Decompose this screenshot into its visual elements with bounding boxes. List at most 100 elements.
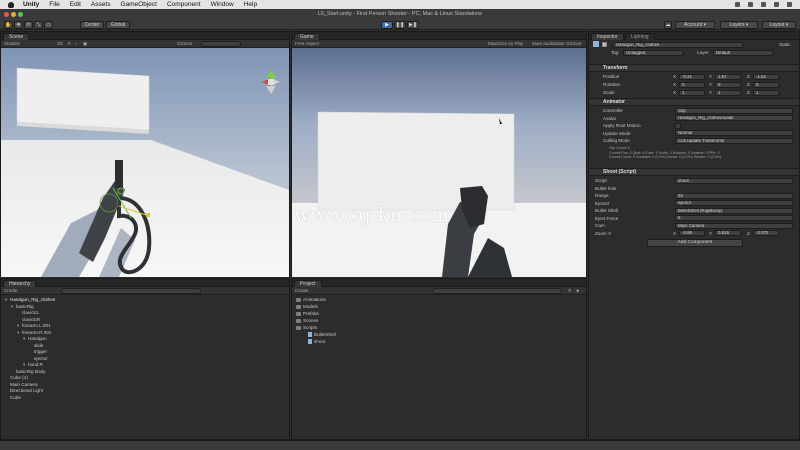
transform-header[interactable]: Transform	[589, 64, 799, 72]
hand-tool-button[interactable]: ✋	[4, 21, 13, 29]
project-item[interactable]: Scripts	[296, 325, 317, 331]
zoom-z-field[interactable]: -3.072	[753, 230, 779, 236]
filter-label-icon[interactable]: ◈	[576, 288, 579, 294]
transform-y-field[interactable]: 1.57	[715, 73, 741, 80]
pivot-toggle[interactable]: Center	[80, 21, 104, 29]
status-icon[interactable]	[735, 2, 740, 7]
scale-tool-button[interactable]: ⤡	[34, 21, 43, 29]
hierarchy-item[interactable]: slide	[29, 343, 43, 349]
game-gizmos-dropdown[interactable]: Gizmos	[566, 41, 581, 46]
scene-gizmos-dropdown[interactable]: Gizmos	[177, 41, 192, 46]
layers-dropdown[interactable]: Layers ▾	[720, 21, 758, 29]
project-item[interactable]: Prefabs	[296, 311, 319, 317]
shoot-row-field[interactable]: BulletShell (Rigidbody)	[675, 207, 793, 214]
menu-edit[interactable]: Edit	[70, 1, 81, 8]
hierarchy-item[interactable]: claviclcL	[17, 310, 39, 316]
animator-row-field[interactable]: Cull Update Transforms	[675, 137, 793, 144]
layout-dropdown[interactable]: Layout ▾	[762, 21, 796, 29]
hierarchy-item[interactable]: ▾ Handgun	[23, 336, 47, 342]
status-icon[interactable]	[761, 2, 766, 7]
tab-lighting[interactable]: Lighting	[625, 33, 655, 40]
project-item[interactable]: shoot	[308, 339, 325, 345]
animator-row-field[interactable]: Normal	[675, 130, 793, 136]
menu-component[interactable]: Component	[167, 1, 201, 8]
scene-viewport[interactable]	[1, 48, 289, 277]
shoot-row-field[interactable]: 5	[675, 215, 793, 221]
maximize-on-play-toggle[interactable]: Maximize on Play	[488, 41, 523, 46]
cloud-icon[interactable]: ☁	[664, 21, 672, 29]
menu-file[interactable]: File	[49, 1, 59, 8]
project-item[interactable]: Scenes	[296, 318, 318, 324]
menu-gameobject[interactable]: GameObject	[120, 1, 157, 8]
hierarchy-item[interactable]: trigger	[29, 349, 47, 355]
space-toggle[interactable]: Global	[106, 21, 130, 29]
project-item[interactable]: Models	[296, 304, 318, 310]
menu-window[interactable]: Window	[211, 1, 234, 8]
hierarchy-item[interactable]: ▾ forearm.L.001	[17, 323, 51, 329]
shoot-row-field[interactable]: 25	[675, 192, 793, 199]
stats-toggle[interactable]: Stats	[554, 41, 564, 46]
transform-z-field[interactable]: 1	[753, 89, 779, 96]
animator-row-field[interactable]: Clip	[675, 107, 793, 114]
shoot-script-header[interactable]: Shoot (Script)	[589, 168, 799, 176]
hierarchy-item[interactable]: Cube	[5, 395, 21, 401]
scene-search-input[interactable]	[201, 41, 241, 47]
hierarchy-item[interactable]: claviclcR	[17, 317, 40, 323]
animator-header[interactable]: Animator	[589, 98, 799, 106]
move-tool-button[interactable]: ✥	[14, 21, 23, 29]
project-create-dropdown[interactable]: Create	[295, 288, 309, 293]
tab-scene[interactable]: Scene	[3, 33, 30, 40]
hierarchy-item[interactable]: ▾ Handgun_Rig_clothes	[5, 297, 55, 303]
hierarchy-item[interactable]: ▾ forearm.R.001	[17, 330, 51, 336]
hierarchy-item[interactable]: Cube (1)	[5, 375, 28, 381]
lighting-toggle-icon[interactable]: ☀	[67, 41, 71, 47]
filter-type-icon[interactable]: ⚲	[568, 288, 571, 294]
apply-root-motion-checkbox[interactable]	[675, 122, 681, 129]
status-icon[interactable]	[774, 2, 779, 7]
hierarchy-search-input[interactable]	[61, 288, 201, 294]
hierarchy-create-dropdown[interactable]: Create	[4, 288, 18, 293]
hierarchy-item[interactable]: ejector	[29, 356, 48, 362]
project-search-input[interactable]	[432, 288, 562, 294]
menu-assets[interactable]: Assets	[91, 1, 111, 8]
step-button[interactable]: ▶❚	[407, 21, 419, 29]
menu-help[interactable]: Help	[244, 1, 257, 8]
transform-x-field[interactable]: 1	[679, 89, 705, 96]
game-viewport[interactable]	[292, 48, 586, 277]
play-button[interactable]: ▶	[381, 21, 393, 29]
zoom-y-field[interactable]: 0.516	[715, 230, 741, 236]
hierarchy-item[interactable]: basicRig Body	[11, 369, 45, 375]
status-icon[interactable]	[748, 2, 753, 7]
transform-z-field[interactable]: 0	[753, 81, 779, 88]
object-name-field[interactable]: Handgun_Rig_clothes	[613, 41, 743, 48]
layer-dropdown[interactable]: Default	[713, 49, 773, 56]
shading-mode-dropdown[interactable]: Shaded	[4, 41, 20, 46]
shoot-row-field[interactable]: Main Camera	[675, 222, 793, 229]
hierarchy-item[interactable]: ▾ basicRig	[11, 304, 34, 310]
2d-toggle[interactable]: 2D	[57, 41, 63, 46]
hierarchy-item[interactable]: Directional Light	[5, 388, 43, 394]
transform-y-field[interactable]: 1	[715, 89, 741, 96]
shoot-row-field[interactable]: ejector	[675, 200, 793, 206]
static-toggle[interactable]: Static	[779, 41, 791, 48]
transform-z-field[interactable]: -1.61	[753, 73, 779, 80]
tag-dropdown[interactable]: Untagged	[623, 49, 683, 56]
shoot-row-field[interactable]: shoot	[675, 177, 793, 184]
transform-x-field[interactable]: -0.21	[679, 73, 705, 80]
audio-toggle-icon[interactable]: ♪	[75, 41, 77, 46]
effects-toggle-icon[interactable]: ▣	[83, 41, 87, 47]
rect-tool-button[interactable]: ▭	[44, 21, 53, 29]
animator-row-field[interactable]: Handgun_Rig_clothesAvatar	[675, 115, 793, 121]
apple-icon[interactable]	[8, 1, 14, 8]
rotate-tool-button[interactable]: ⟳	[24, 21, 33, 29]
tab-hierarchy[interactable]: Hierarchy	[3, 280, 37, 287]
account-dropdown[interactable]: Account ▾	[675, 21, 715, 29]
aspect-dropdown[interactable]: Free Aspect	[295, 41, 319, 46]
mute-audio-toggle[interactable]: Mute audio	[532, 41, 554, 46]
menu-unity[interactable]: Unity	[23, 1, 39, 8]
hierarchy-item[interactable]: Main Camera	[5, 382, 38, 388]
tab-game[interactable]: Game	[294, 33, 320, 40]
transform-y-field[interactable]: 0	[715, 81, 741, 88]
tab-inspector[interactable]: Inspector	[591, 33, 624, 40]
active-checkbox[interactable]	[602, 42, 608, 47]
